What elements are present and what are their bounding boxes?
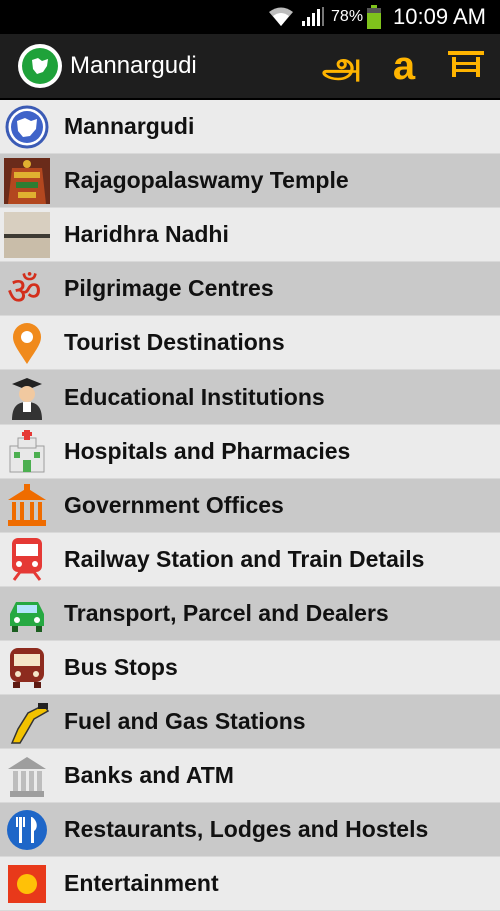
status-bar: 78% 10:09 AM [0,0,500,34]
list-item-hospitals[interactable]: Hospitals and Pharmacies [0,424,500,479]
english-glyph-icon: a [392,44,416,88]
app-logo-icon[interactable] [18,44,62,88]
tamil-language-button[interactable]: அ [314,38,370,94]
map-logo-icon [4,104,50,150]
english-language-button[interactable]: a [376,38,432,94]
list-item-pilgrimage[interactable]: ॐ Pilgrimage Centres [0,262,500,317]
list-item-restaurants[interactable]: Restaurants, Lodges and Hostels [0,803,500,858]
battery-icon [367,5,382,29]
temple-photo-icon [4,157,50,204]
list-item-label: Rajagopalaswamy Temple [64,167,349,194]
list-item-label: Entertainment [64,870,219,897]
list-item-railway[interactable]: Railway Station and Train Details [0,532,500,587]
menu-list: Mannargudi Rajagopalaswamy Temple Haridh… [0,100,500,911]
list-item-label: Haridhra Nadhi [64,221,229,248]
government-building-icon [4,482,50,528]
om-icon: ॐ [4,266,50,312]
list-item-government[interactable]: Government Offices [0,478,500,533]
river-photo-icon [4,211,50,258]
svg-text:ॐ: ॐ [7,269,42,312]
list-item-label: Fuel and Gas Stations [64,708,306,735]
list-item-river[interactable]: Haridhra Nadhi [0,208,500,263]
list-item-label: Educational Institutions [64,383,325,410]
list-item-temple[interactable]: Rajagopalaswamy Temple [0,154,500,209]
list-item-education[interactable]: Educational Institutions [0,370,500,425]
list-item-label: Hospitals and Pharmacies [64,437,351,464]
list-item-bus[interactable]: Bus Stops [0,640,500,696]
menu-button[interactable] [438,38,494,94]
bank-icon [4,753,50,799]
entertainment-icon [4,861,50,907]
clock: 10:09 AM [393,4,486,29]
list-item-fuel[interactable]: Fuel and Gas Stations [0,695,500,750]
list-item-entertainment[interactable]: Entertainment [0,857,500,911]
app-title: Mannargudi [70,52,197,79]
train-icon [4,536,50,582]
menu-icon [446,49,486,84]
hospital-icon [4,428,50,474]
list-item-mannargudi[interactable]: Mannargudi [0,100,500,155]
list-item-label: Pilgrimage Centres [64,275,274,302]
action-bar: Mannargudi அ a [0,34,500,100]
list-item-tourist[interactable]: Tourist Destinations [0,316,500,371]
list-item-label: Restaurants, Lodges and Hostels [64,816,429,843]
bus-icon [4,644,50,690]
list-item-banks[interactable]: Banks and ATM [0,749,500,804]
list-item-transport[interactable]: Transport, Parcel and Dealers [0,586,500,641]
fuel-nozzle-icon [4,699,50,745]
list-item-label: Mannargudi [64,113,195,140]
list-item-label: Government Offices [64,491,284,518]
wifi-icon [267,6,295,28]
battery-percent: 78% [331,8,364,25]
location-pin-icon [4,320,50,366]
list-item-label: Tourist Destinations [64,329,285,356]
car-icon [4,590,50,636]
signal-icon [301,7,325,27]
graduate-icon [4,374,50,421]
list-item-label: Transport, Parcel and Dealers [64,599,389,626]
list-item-label: Railway Station and Train Details [64,545,425,572]
tamil-glyph-icon: அ [321,45,362,86]
list-item-label: Bus Stops [64,653,178,680]
list-item-label: Banks and ATM [64,762,234,789]
fork-knife-icon [4,807,50,853]
